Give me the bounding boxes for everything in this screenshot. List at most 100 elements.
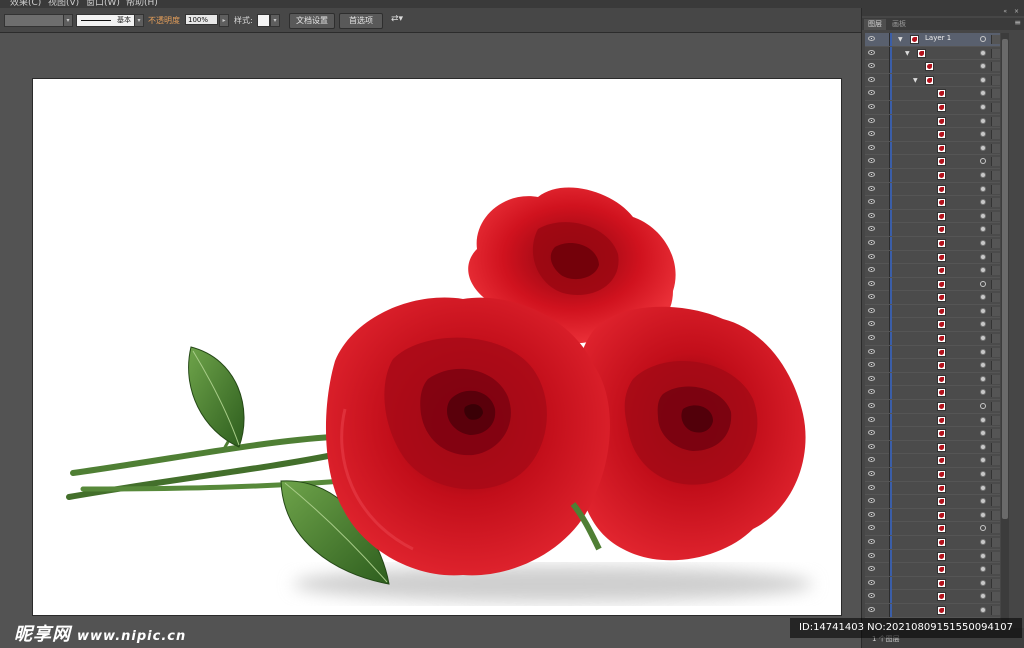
selection-column[interactable] <box>991 537 1000 547</box>
target-circle-icon[interactable] <box>980 389 986 396</box>
lock-icon[interactable] <box>879 46 890 60</box>
sublayer-row[interactable] <box>865 563 1000 577</box>
target-circle-icon[interactable] <box>980 430 986 437</box>
selection-column[interactable] <box>991 565 1000 575</box>
lock-icon[interactable] <box>879 440 890 454</box>
artboard[interactable] <box>32 78 842 616</box>
lock-icon[interactable] <box>879 590 890 604</box>
eye-icon[interactable] <box>868 484 875 490</box>
selection-column[interactable] <box>991 279 1000 289</box>
collapse-icon[interactable]: « <box>1003 8 1007 15</box>
sublayer-row[interactable] <box>865 468 1000 482</box>
selection-column[interactable] <box>991 361 1000 371</box>
lock-icon[interactable] <box>879 318 890 332</box>
lock-icon[interactable] <box>879 155 890 169</box>
lock-icon[interactable] <box>879 209 890 223</box>
lock-icon[interactable] <box>879 33 890 46</box>
selection-column[interactable] <box>991 605 1000 615</box>
sublayer-row[interactable] <box>865 454 1000 468</box>
lock-icon[interactable] <box>879 128 890 142</box>
dropdown-arrow-icon[interactable]: ▾ <box>134 14 144 27</box>
sublayer-row[interactable] <box>865 209 1000 224</box>
sublayer-row[interactable] <box>865 114 1000 129</box>
selection-column[interactable] <box>991 170 1000 180</box>
sublayer-row[interactable] <box>865 304 1000 319</box>
target-circle-icon[interactable] <box>980 90 986 97</box>
layer-row-layer-1[interactable]: ▼ Layer 1 <box>865 33 1000 47</box>
sublayer-row[interactable] <box>865 481 1000 496</box>
expand-triangle-icon[interactable]: ▼ <box>905 50 910 57</box>
target-circle-icon[interactable] <box>980 76 986 83</box>
eye-icon[interactable] <box>868 579 875 585</box>
eye-icon[interactable] <box>868 294 875 300</box>
lock-icon[interactable] <box>879 141 890 155</box>
lock-icon[interactable] <box>879 250 890 264</box>
sublayer-row[interactable] <box>865 386 1000 401</box>
layers-scrollbar[interactable] <box>1001 33 1009 633</box>
selection-column[interactable] <box>991 592 1000 602</box>
target-circle-icon[interactable] <box>980 538 986 545</box>
sublayer-row[interactable] <box>865 87 1000 101</box>
sublayer-row[interactable] <box>865 522 1000 536</box>
target-circle-icon[interactable] <box>980 185 986 192</box>
eye-icon[interactable] <box>868 457 875 463</box>
eye-icon[interactable] <box>868 63 875 69</box>
eye-icon[interactable] <box>868 76 875 82</box>
selection-column[interactable] <box>991 198 1000 208</box>
lock-icon[interactable] <box>879 332 890 346</box>
selection-column[interactable] <box>991 551 1000 561</box>
lock-icon[interactable] <box>879 277 890 291</box>
sublayer-row[interactable] <box>865 318 1000 333</box>
target-circle-icon[interactable] <box>980 117 986 124</box>
target-circle-icon[interactable] <box>980 239 986 246</box>
layer-name[interactable]: Layer 1 <box>925 34 951 42</box>
target-circle-icon[interactable] <box>980 471 986 477</box>
stroke-weight-field[interactable] <box>4 14 64 27</box>
lock-icon[interactable] <box>879 87 890 101</box>
selection-column[interactable] <box>991 35 1000 44</box>
sublayer-row[interactable] <box>865 440 1000 455</box>
eye-icon[interactable] <box>868 321 875 327</box>
opacity-label[interactable]: 不透明度 <box>148 15 180 26</box>
lock-icon[interactable] <box>879 182 890 196</box>
sublayer-row[interactable] <box>865 372 1000 387</box>
sublayer-row[interactable]: ▼ <box>865 46 1000 61</box>
lock-icon[interactable] <box>879 535 890 549</box>
lock-icon[interactable] <box>879 100 890 114</box>
target-circle-icon[interactable] <box>980 158 986 165</box>
selection-column[interactable] <box>991 48 1000 58</box>
selection-column[interactable] <box>991 184 1000 194</box>
eye-icon[interactable] <box>868 36 875 41</box>
lock-icon[interactable] <box>879 359 890 373</box>
dropdown-arrow-icon[interactable]: ▸ <box>219 14 229 27</box>
eye-icon[interactable] <box>868 199 875 205</box>
target-circle-icon[interactable] <box>980 36 986 42</box>
target-circle-icon[interactable] <box>980 498 986 505</box>
target-circle-icon[interactable] <box>980 63 986 70</box>
sublayer-row[interactable] <box>865 400 1000 414</box>
selection-column[interactable] <box>991 456 1000 466</box>
eye-icon[interactable] <box>868 131 875 137</box>
lock-icon[interactable] <box>879 495 890 509</box>
lock-icon[interactable] <box>879 345 890 359</box>
eye-icon[interactable] <box>868 538 875 544</box>
arrange-documents-icon[interactable]: ⇄▾ <box>391 14 403 24</box>
eye-icon[interactable] <box>868 552 875 558</box>
sublayer-row[interactable] <box>865 495 1000 509</box>
target-circle-icon[interactable] <box>980 131 986 138</box>
sublayer-row[interactable] <box>865 196 1000 210</box>
close-icon[interactable]: × <box>1014 8 1019 15</box>
eye-icon[interactable] <box>868 566 875 572</box>
selection-column[interactable] <box>991 130 1000 140</box>
eye-icon[interactable] <box>868 171 875 177</box>
sublayer-row[interactable] <box>865 128 1000 142</box>
lock-icon[interactable] <box>879 427 890 441</box>
sublayer-row[interactable] <box>865 359 1000 373</box>
eye-icon[interactable] <box>868 307 875 313</box>
target-circle-icon[interactable] <box>980 375 986 382</box>
eye-icon[interactable] <box>868 416 875 422</box>
target-circle-icon[interactable] <box>980 511 986 518</box>
selection-column[interactable] <box>991 89 1000 99</box>
eye-icon[interactable] <box>868 471 875 476</box>
target-circle-icon[interactable] <box>980 49 986 56</box>
